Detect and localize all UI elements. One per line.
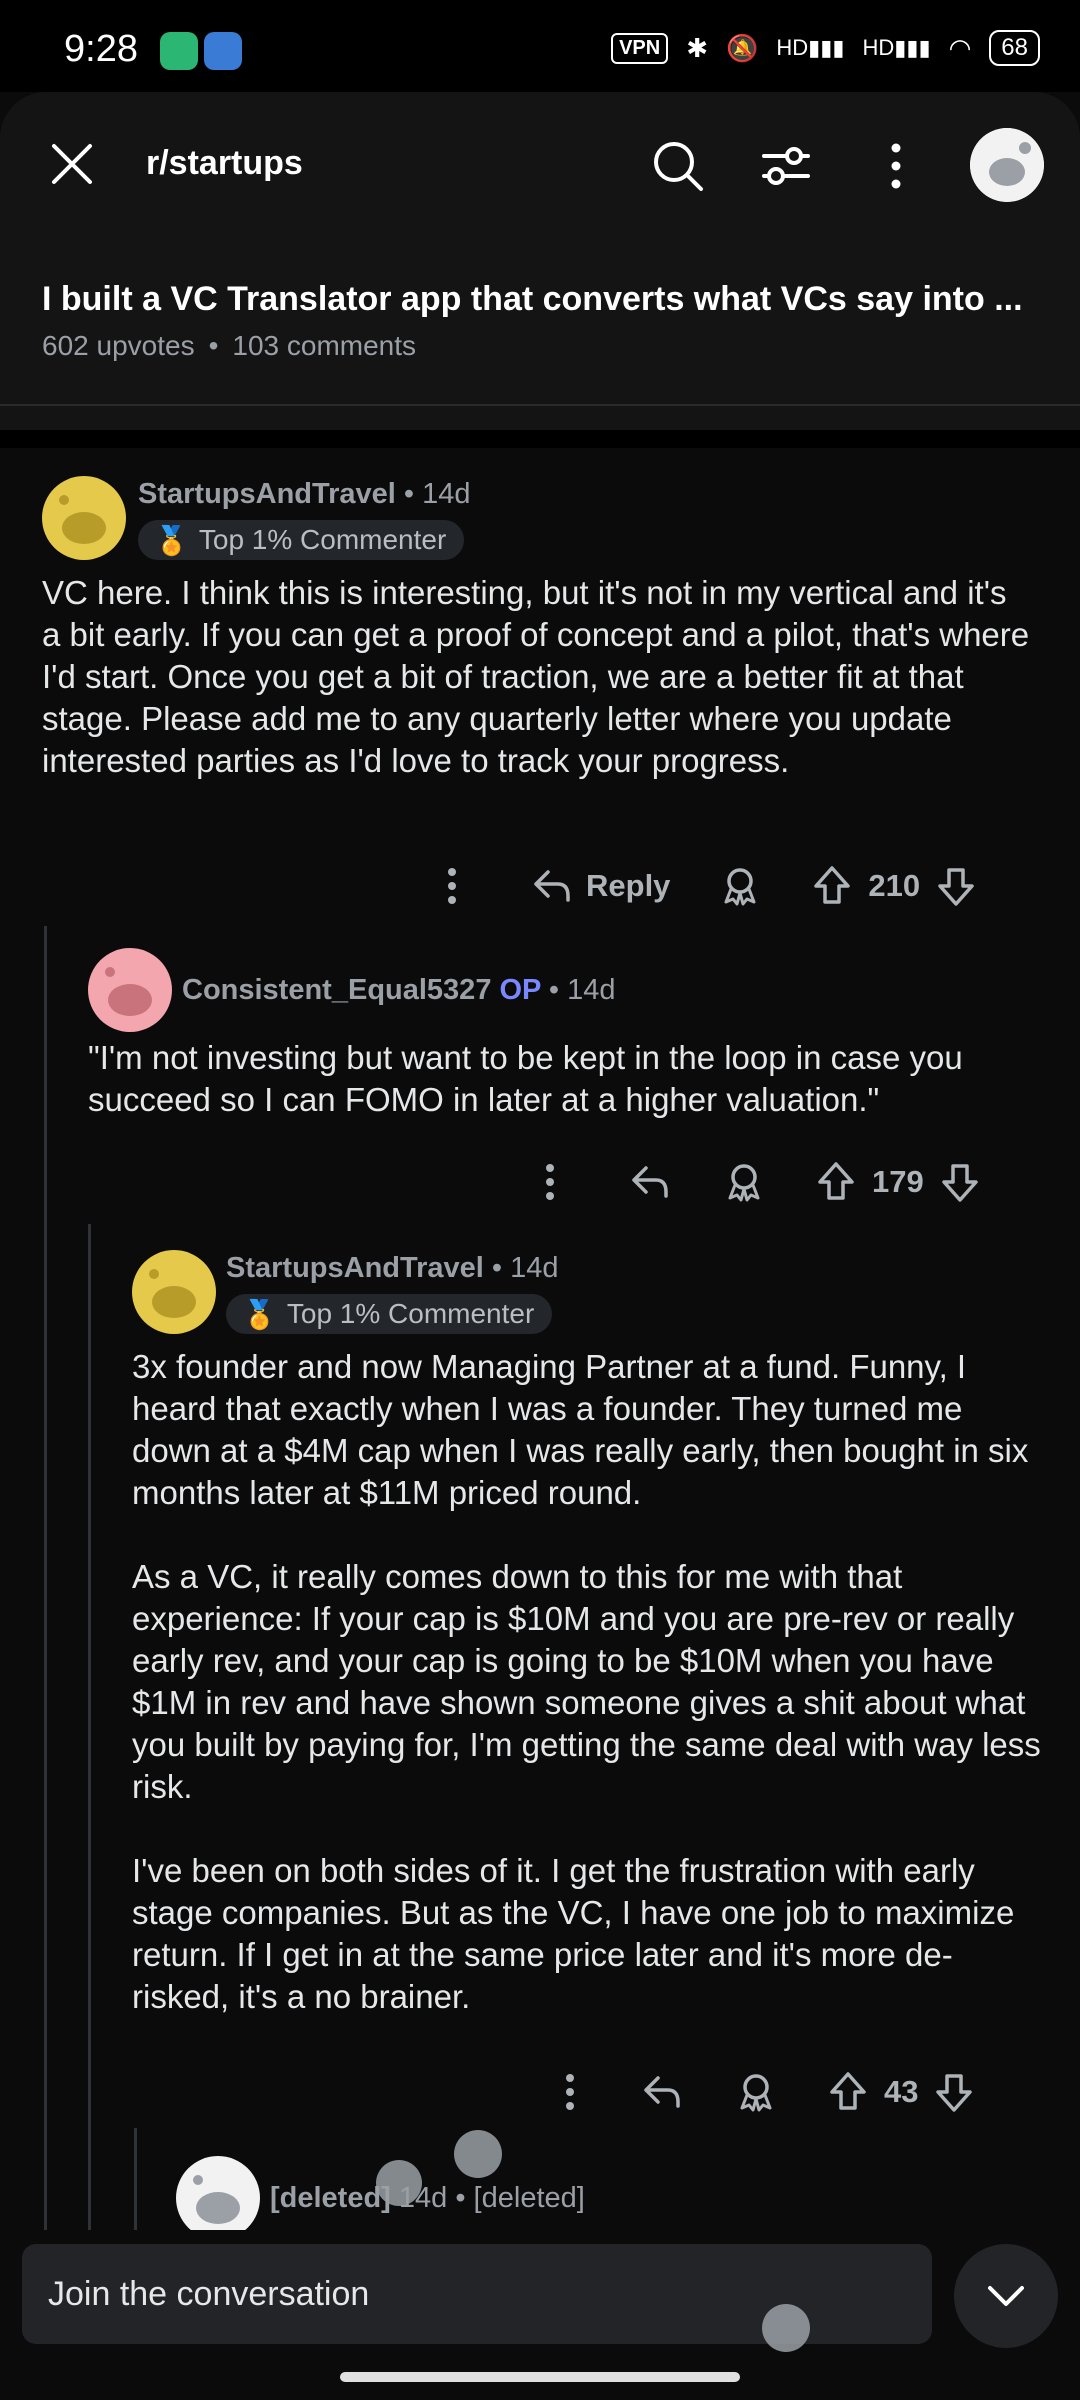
wifi-icon: ◠ [948,32,972,63]
clock: 9:28 [64,28,138,70]
touch-indicator [376,2160,422,2206]
post-title[interactable]: I built a VC Translator app that convert… [42,280,1042,319]
thread-line [44,926,47,2230]
reply-button[interactable]: Reply [530,864,670,908]
collapse-button[interactable] [954,2244,1058,2348]
close-icon[interactable] [50,142,94,186]
chevron-down-icon [988,2286,1024,2306]
touch-indicator [762,2304,810,2352]
app-notification-icon [160,32,198,70]
avatar[interactable] [42,476,126,560]
search-icon[interactable] [648,136,708,196]
status-bar: 9:28 VPN ✱ 🔕 HD▮▮▮ HD▮▮▮ ◠ 68 [0,0,1080,92]
reply-icon [534,870,570,902]
upvote-icon[interactable] [810,864,854,908]
vote-score: 210 [868,868,921,903]
trophy-icon: 🏅 [242,1298,277,1330]
avatar[interactable] [132,1250,216,1334]
status-icons: VPN ✱ 🔕 HD▮▮▮ HD▮▮▮ ◠ 68 [611,30,1040,66]
more-options-icon[interactable] [542,2064,598,2120]
comment-author[interactable]: StartupsAndTravel • 14d [226,1252,559,1285]
comment-author[interactable]: StartupsAndTravel • 14d [138,478,471,511]
composer-bar: Join the conversation [0,2230,1080,2400]
home-indicator[interactable] [340,2372,740,2382]
upvote-icon[interactable] [826,2070,870,2114]
vote-score: 43 [884,2074,919,2109]
avatar[interactable] [88,948,172,1032]
reply-icon[interactable] [628,1160,672,1204]
touch-indicator [454,2130,502,2178]
avatar[interactable] [176,2156,260,2240]
downvote-icon[interactable] [934,864,978,908]
comment-author[interactable]: Consistent_Equal5327 OP • 14d [182,974,616,1007]
thread-line [134,2128,137,2230]
user-avatar[interactable] [970,128,1044,202]
upvote-icon[interactable] [814,1160,858,1204]
bluetooth-icon: ✱ [686,32,709,63]
more-options-icon[interactable] [424,858,480,914]
downvote-icon[interactable] [938,1160,982,1204]
comment-count: 103 comments [232,330,417,361]
award-icon[interactable] [734,2070,778,2114]
vote-score: 179 [872,1164,924,1199]
more-options-icon[interactable] [866,136,926,196]
subreddit-name[interactable]: r/startups [146,144,303,183]
op-badge: OP [499,974,541,1006]
award-icon[interactable] [718,864,762,908]
comment-body: 3x founder and now Managing Partner at a… [132,1348,1041,2015]
downvote-icon[interactable] [932,2070,976,2114]
section-separator [0,430,1080,448]
reply-icon[interactable] [640,2070,684,2114]
signal-icon: HD▮▮▮ [862,35,931,60]
upvote-count: 602 upvotes [42,330,195,361]
comment-body: "I'm not investing but want to be kept i… [88,1039,963,1118]
comment-actions: 179 [522,1152,982,1212]
comment-author[interactable]: [deleted] 14d • [deleted] [270,2182,585,2215]
filter-icon[interactable] [756,136,816,196]
comment-body: VC here. I think this is interesting, bu… [42,574,1030,779]
post-stats: 602 upvotes • 103 comments [42,330,417,361]
app-notification-icon [204,32,242,70]
award-icon[interactable] [722,1160,766,1204]
battery-icon: 68 [989,30,1040,66]
comment-actions: 43 [542,2062,976,2122]
thread-line [88,1224,91,2230]
post-header: r/startups I built a VC Translator app t… [0,92,1080,435]
vpn-icon: VPN [611,32,669,64]
divider [0,404,1080,406]
comment-actions: Reply 210 [424,856,978,916]
trophy-icon: 🏅 [154,524,189,556]
signal-icon: HD▮▮▮ [776,35,845,60]
mute-icon: 🔕 [726,32,759,63]
status-badge[interactable]: 🏅 Top 1% Commenter [226,1294,553,1334]
status-badge[interactable]: 🏅 Top 1% Commenter [138,520,465,560]
more-options-icon[interactable] [522,1154,578,1210]
